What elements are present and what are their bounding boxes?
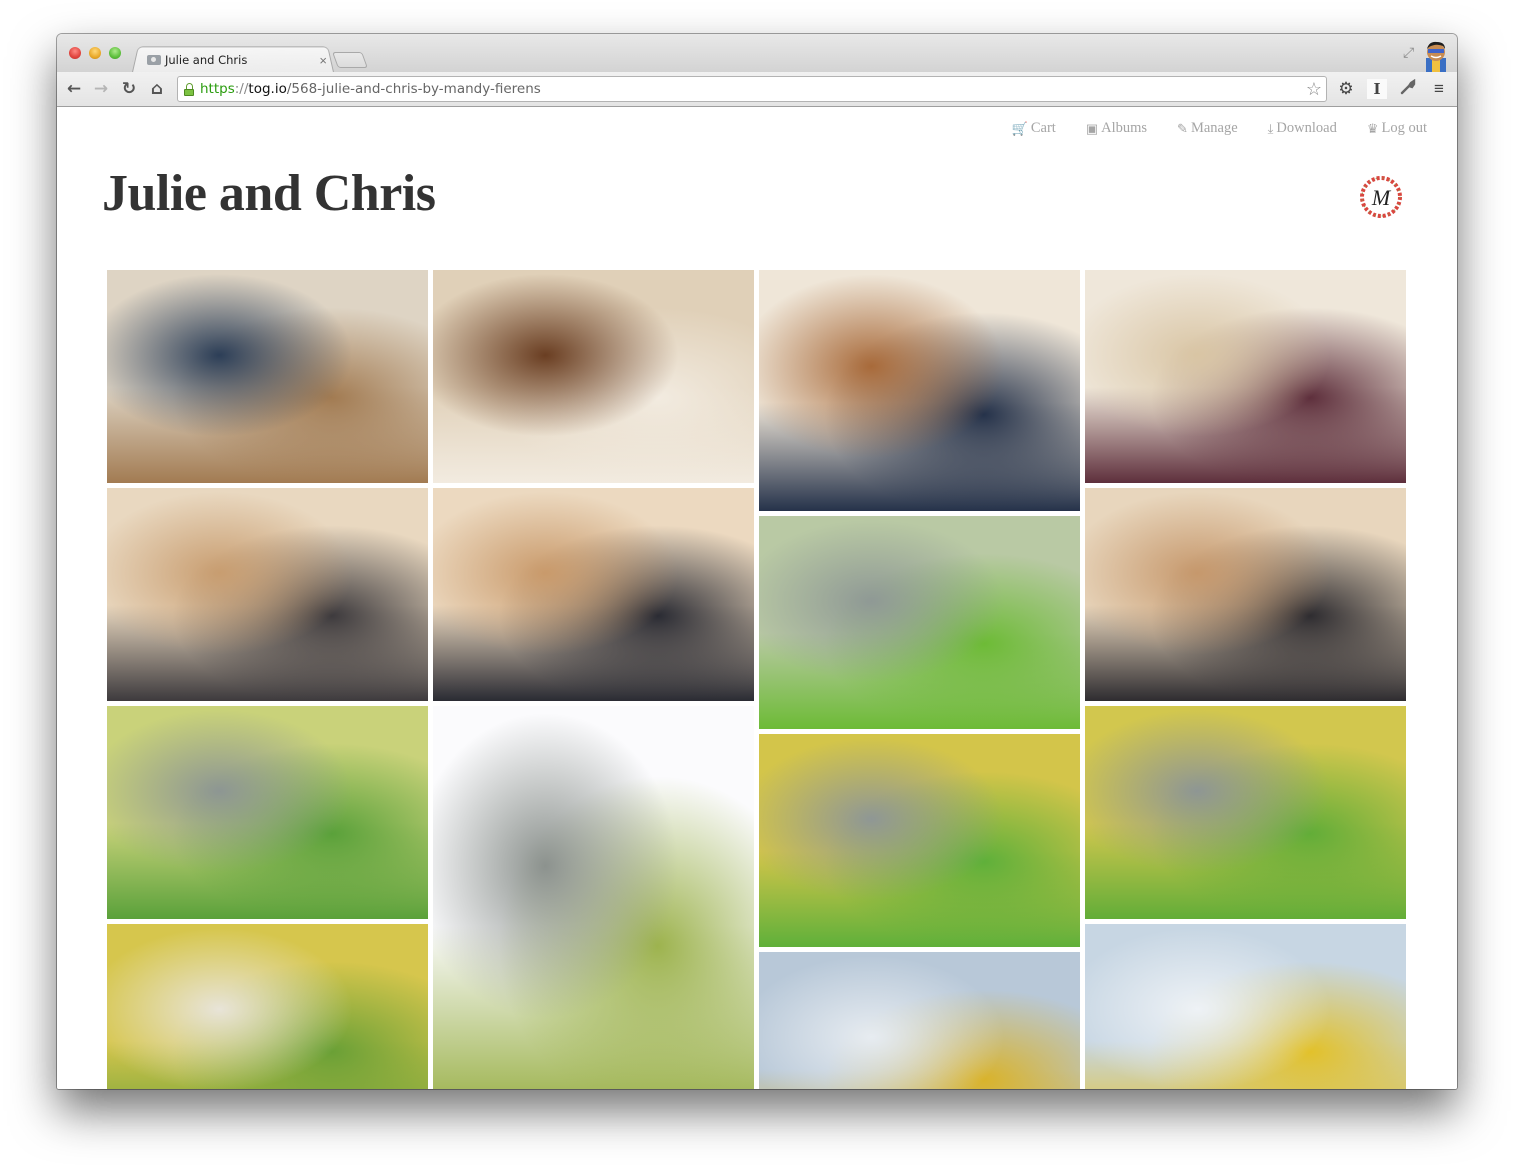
crown-icon: ♛ <box>1366 120 1379 136</box>
menu-icon[interactable]: ≡ <box>1429 79 1449 99</box>
download-icon: ⤓ <box>1267 120 1274 136</box>
gallery-photo[interactable] <box>433 270 754 483</box>
new-tab-button[interactable] <box>332 52 368 68</box>
reload-icon[interactable]: ↻ <box>119 79 139 99</box>
gear-icon[interactable]: ⚙ <box>1336 79 1356 99</box>
page-content: 🛒 Cart ▣ Albums ✎ Manage ⤓ Download ♛ Log out… <box>57 108 1457 1089</box>
gallery-photo[interactable] <box>1085 270 1406 483</box>
fullscreen-icon[interactable]: ⤢ <box>1403 44 1419 60</box>
extension-icon[interactable]: I <box>1367 79 1387 99</box>
tab-content[interactable]: Julie and Chris × <box>147 49 327 71</box>
forward-icon[interactable]: → <box>91 79 111 99</box>
browser-window: Julie and Chris × ⤢ ← → ↻ ⌂ https://tog.… <box>57 34 1457 1089</box>
back-icon[interactable]: ← <box>64 79 84 99</box>
close-window-button[interactable] <box>69 47 81 59</box>
svg-text:M: M <box>1371 185 1392 210</box>
edit-icon: ✎ <box>1177 120 1188 136</box>
gallery-photo[interactable] <box>107 270 428 483</box>
bookmark-star-icon[interactable]: ☆ <box>1306 79 1322 99</box>
tab-title: Julie and Chris <box>165 53 248 67</box>
minimize-window-button[interactable] <box>89 47 101 59</box>
photo-grid <box>107 270 1407 1089</box>
gallery-photo[interactable] <box>759 952 1080 1089</box>
gallery-photo[interactable] <box>107 706 428 919</box>
nav-download[interactable]: ⤓ Download <box>1268 120 1337 137</box>
home-icon[interactable]: ⌂ <box>147 79 167 99</box>
nav-logout[interactable]: ♛ Log out <box>1367 120 1427 137</box>
gallery-photo[interactable] <box>107 924 428 1089</box>
url-text[interactable]: https://tog.io/568-julie-and-chris-by-ma… <box>200 81 541 97</box>
gallery-photo[interactable] <box>1085 706 1406 919</box>
nav-albums[interactable]: ▣ Albums <box>1086 120 1147 137</box>
page-title: Julie and Chris <box>102 165 436 222</box>
maximize-window-button[interactable] <box>109 47 121 59</box>
gallery-photo[interactable] <box>759 516 1080 729</box>
browser-toolbar: ← → ↻ ⌂ https://tog.io/568-julie-and-chr… <box>57 72 1457 107</box>
nav-manage[interactable]: ✎ Manage <box>1177 120 1238 137</box>
lock-icon <box>184 82 194 96</box>
gallery-photo[interactable] <box>759 270 1080 511</box>
title-bar: Julie and Chris × ⤢ <box>57 34 1457 73</box>
gallery-photo[interactable] <box>433 706 754 1089</box>
nav-cart[interactable]: 🛒 Cart <box>1012 120 1056 137</box>
photographer-logo[interactable]: M <box>1357 174 1405 220</box>
top-navigation: 🛒 Cart ▣ Albums ✎ Manage ⤓ Download ♛ Log out <box>1012 120 1427 137</box>
gallery-photo[interactable] <box>107 488 428 701</box>
gallery-photo[interactable] <box>1085 924 1406 1089</box>
wrench-icon[interactable] <box>1398 78 1418 99</box>
gallery-photo[interactable] <box>433 488 754 701</box>
camera-icon <box>147 55 161 65</box>
albums-icon: ▣ <box>1085 120 1099 136</box>
cart-icon: 🛒 <box>1011 120 1028 136</box>
gallery-photo[interactable] <box>1085 488 1406 701</box>
gallery-photo[interactable] <box>759 734 1080 947</box>
user-avatar-icon[interactable] <box>1423 40 1449 72</box>
tab-close-icon[interactable]: × <box>319 53 327 68</box>
address-bar[interactable]: https://tog.io/568-julie-and-chris-by-ma… <box>177 76 1327 102</box>
